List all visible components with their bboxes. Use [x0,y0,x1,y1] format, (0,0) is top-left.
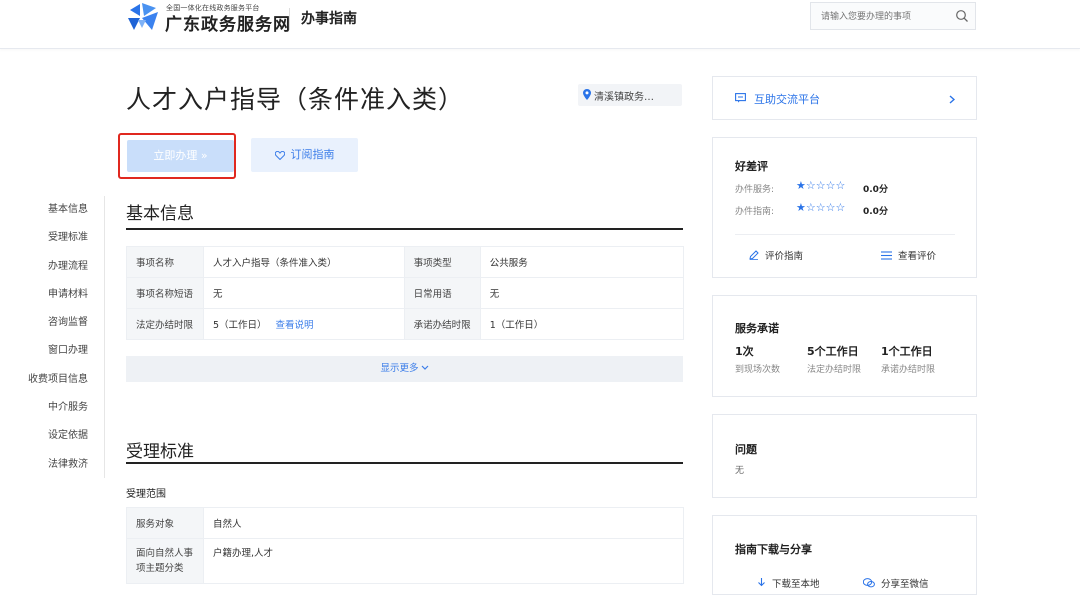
table-value: 公共服务 [479,246,685,278]
pencil-icon [749,250,759,260]
left-nav: 基本信息 受理标准 办理流程 申请材料 咨询监督 窗口办理 收费项目信息 中介服… [24,200,88,483]
promise-label: 承诺办结时限 [881,365,936,375]
promise-value: 1个工作日 [881,345,933,358]
rating-divider [735,234,955,235]
section-title-acceptance: 受理标准 [126,442,194,462]
subscribe-guide-label: 订阅指南 [290,148,335,161]
view-explain-link[interactable]: 查看说明 [276,320,314,331]
rate-guide-label: 评价指南 [765,251,804,262]
download-local-label: 下载至本地 [772,579,820,590]
page-title: 人才入户指导（条件准入类） [126,85,465,114]
download-title: 指南下载与分享 [735,543,812,556]
nav-item-legal[interactable]: 法律救济 [24,455,88,483]
section-underline [126,228,683,230]
nav-divider [104,196,105,478]
apply-now-button[interactable]: 立即办理 » [127,140,234,172]
table-value: 自然人 [202,507,685,539]
list-icon [881,251,892,260]
subscribe-guide-button[interactable]: 订阅指南 [251,138,358,172]
service-rating-label: 办件服务: [735,185,775,195]
view-reviews-button[interactable]: 查看评价 [881,248,936,262]
location-pin-icon [583,89,591,100]
platform-label: 互助交流平台 [754,93,820,106]
table-key: 事项名称 [126,246,204,278]
basic-info-table: 事项名称 人才入户指导（条件准入类） 事项类型 公共服务 事项名称短语 无 日常… [126,246,685,340]
table-value-cell: 5（工作日） 查看说明 [202,308,405,340]
acceptance-table: 服务对象 自然人 面向自然人事项主题分类 户籍办理,人才 [126,507,685,584]
nav-item-fees[interactable]: 收费项目信息 [24,370,88,398]
section-title-basic-info: 基本信息 [126,204,194,224]
table-key: 承诺办结时限 [403,308,481,340]
search-icon[interactable] [955,9,969,23]
nav-item-basic-info[interactable]: 基本信息 [24,200,88,228]
service-score: 0.0分 [863,185,888,195]
location-selector[interactable]: 清溪镇政务… [578,84,682,106]
question-value: 无 [735,466,745,476]
heart-icon [274,150,285,161]
platform-card[interactable]: 互助交流平台 [712,76,977,120]
header-guide-label: 办事指南 [301,11,357,27]
service-promise-card: 服务承诺 1次 到现场次数 5个工作日 法定办结时限 1个工作日 承诺办结时限 [712,295,977,397]
nav-item-window[interactable]: 窗口办理 [24,341,88,369]
logo-title[interactable]: 广东政务服务网 [165,10,291,35]
question-card: 问题 无 [712,414,977,498]
table-value: 无 [202,277,405,309]
question-title: 问题 [735,443,757,456]
view-reviews-label: 查看评价 [898,251,937,262]
table-key: 事项名称短语 [126,277,204,309]
nav-item-consult[interactable]: 咨询监督 [24,313,88,341]
table-value: 5（工作日） [212,320,267,331]
table-row: 事项名称短语 无 日常用语 无 [126,277,685,309]
download-share-card: 指南下载与分享 下载至本地 分享至微信 [712,515,977,595]
table-row: 法定办结时限 5（工作日） 查看说明 承诺办结时限 1（工作日） [126,308,685,340]
location-label: 清溪镇政务… [594,92,654,103]
download-icon [758,578,765,587]
table-row: 面向自然人事项主题分类 户籍办理,人才 [126,538,685,584]
rating-card: 好差评 办件服务: ★☆☆☆☆ 0.0分 办件指南: ★☆☆☆☆ 0.0分 评价… [712,137,977,278]
table-row: 事项名称 人才入户指导（条件准入类） 事项类型 公共服务 [126,246,685,278]
table-value: 1（工作日） [479,308,685,340]
promise-value: 5个工作日 [807,345,859,358]
rate-guide-button[interactable]: 评价指南 [749,248,803,262]
wechat-icon [862,578,875,588]
table-key: 服务对象 [126,507,204,539]
promise-label: 法定办结时限 [807,365,862,375]
guide-rating-label: 办件指南: [735,207,775,217]
search-box[interactable] [810,2,976,30]
search-input[interactable] [819,7,953,27]
share-wechat-label: 分享至微信 [881,579,929,590]
guide-stars: ★☆☆☆☆ [796,201,846,214]
scope-label: 受理范围 [126,489,166,500]
logo-icon[interactable] [126,2,164,32]
guide-score: 0.0分 [863,207,888,217]
chevron-down-icon [421,365,428,370]
table-row: 服务对象 自然人 [126,507,685,539]
table-key: 法定办结时限 [126,308,204,340]
promise-title: 服务承诺 [735,322,779,335]
show-more-button[interactable]: 显示更多 [126,356,683,382]
service-stars: ★☆☆☆☆ [796,179,846,192]
table-value: 人才入户指导（条件准入类） [202,246,405,278]
rating-title: 好差评 [735,160,768,173]
promise-label: 到现场次数 [735,365,781,375]
download-local-button[interactable]: 下载至本地 [757,576,820,590]
share-wechat-button[interactable]: 分享至微信 [862,576,929,590]
chat-icon [735,93,746,103]
nav-item-acceptance[interactable]: 受理标准 [24,228,88,256]
chevron-right-icon [949,95,955,104]
table-key: 面向自然人事项主题分类 [126,538,204,584]
nav-item-process[interactable]: 办理流程 [24,257,88,285]
header-divider [289,8,290,30]
show-more-label: 显示更多 [380,363,419,374]
section-underline [126,462,683,464]
promise-value: 1次 [735,345,754,358]
table-key: 日常用语 [403,277,481,309]
table-key: 事项类型 [403,246,481,278]
table-value: 无 [479,277,685,309]
nav-item-materials[interactable]: 申请材料 [24,285,88,313]
table-value: 户籍办理,人才 [202,538,685,584]
nav-item-agency[interactable]: 中介服务 [24,398,88,426]
nav-item-basis[interactable]: 设定依据 [24,426,88,454]
